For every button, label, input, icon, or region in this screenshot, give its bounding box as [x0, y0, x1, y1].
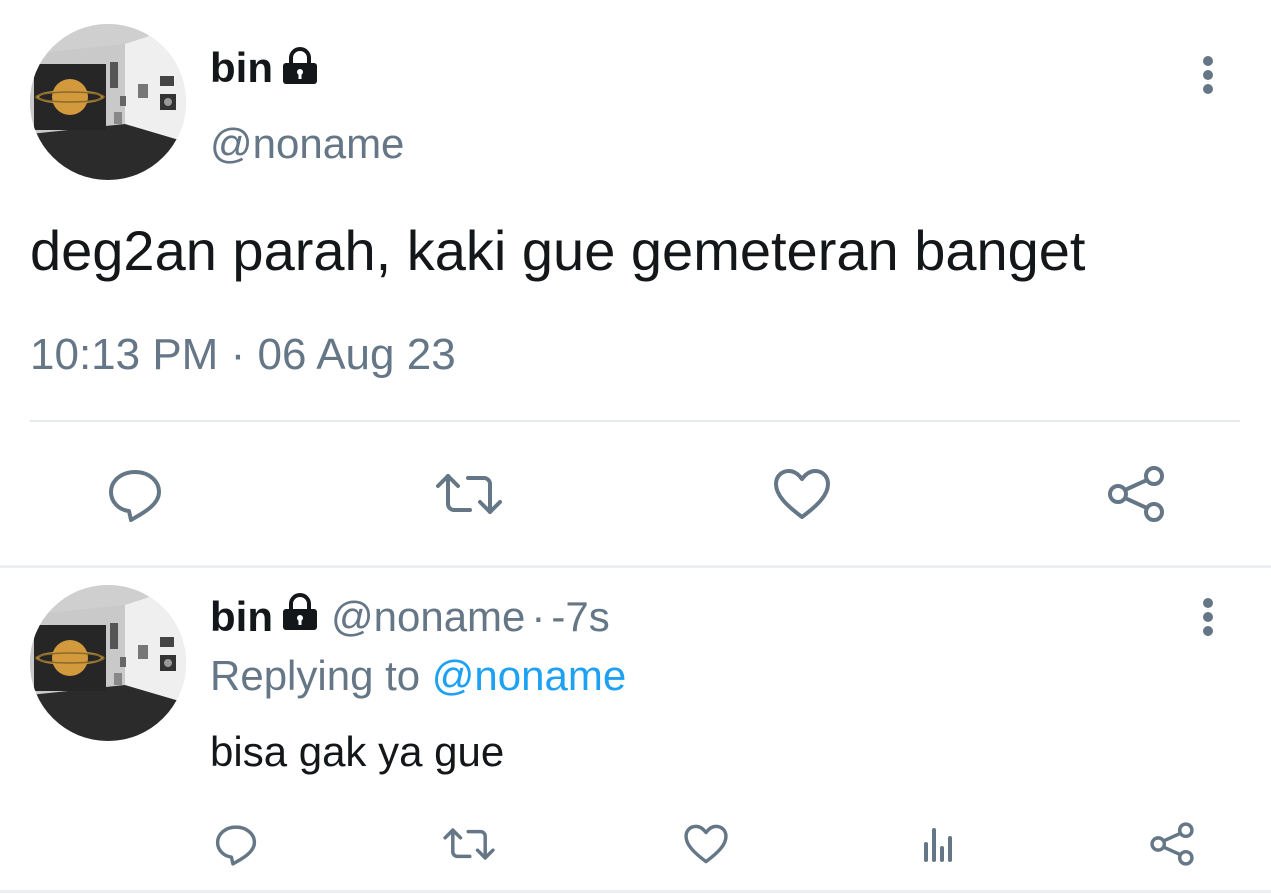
lock-icon — [279, 592, 321, 642]
share-icon[interactable] — [1102, 462, 1170, 526]
reply-header: bin @noname · -7s — [210, 592, 610, 642]
author-name[interactable]: bin — [210, 593, 273, 641]
analytics-icon[interactable] — [912, 818, 964, 870]
tweet-date-separator: · — [230, 330, 246, 379]
author-handle[interactable]: @noname — [210, 120, 404, 168]
tweet-time: 10:13 PM — [30, 330, 219, 379]
author-name-row: bin — [210, 42, 321, 94]
bottom-separator — [0, 890, 1271, 893]
heart-icon[interactable] — [768, 462, 836, 526]
retweet-icon[interactable] — [440, 818, 498, 870]
time-separator: · — [531, 593, 546, 640]
retweet-icon[interactable] — [432, 462, 506, 526]
lock-icon — [279, 46, 321, 91]
more-vertical-icon[interactable] — [1190, 592, 1226, 642]
replying-to: Replying to @noname — [210, 652, 626, 700]
replying-to-handle[interactable]: @noname — [432, 652, 626, 699]
tweet-timestamp: 10:13 PM · 06 Aug 23 — [30, 330, 456, 380]
tweet-separator — [0, 565, 1271, 568]
reply-icon[interactable] — [100, 462, 170, 526]
avatar[interactable] — [30, 585, 186, 741]
reply-time: -7s — [551, 593, 610, 640]
author-name[interactable]: bin — [210, 44, 273, 92]
tweet-date: 06 Aug 23 — [257, 330, 456, 379]
more-vertical-icon[interactable] — [1190, 50, 1226, 100]
tweet-text: deg2an parah, kaki gue gemeteran banget — [30, 219, 1086, 282]
author-handle[interactable]: @noname — [331, 593, 525, 641]
divider — [30, 420, 1240, 422]
replying-to-label: Replying to — [210, 652, 421, 699]
share-icon[interactable] — [1146, 818, 1198, 870]
reply-icon[interactable] — [210, 818, 262, 870]
reply-text: bisa gak ya gue — [210, 728, 505, 775]
avatar[interactable] — [30, 24, 186, 180]
heart-icon[interactable] — [680, 818, 732, 870]
